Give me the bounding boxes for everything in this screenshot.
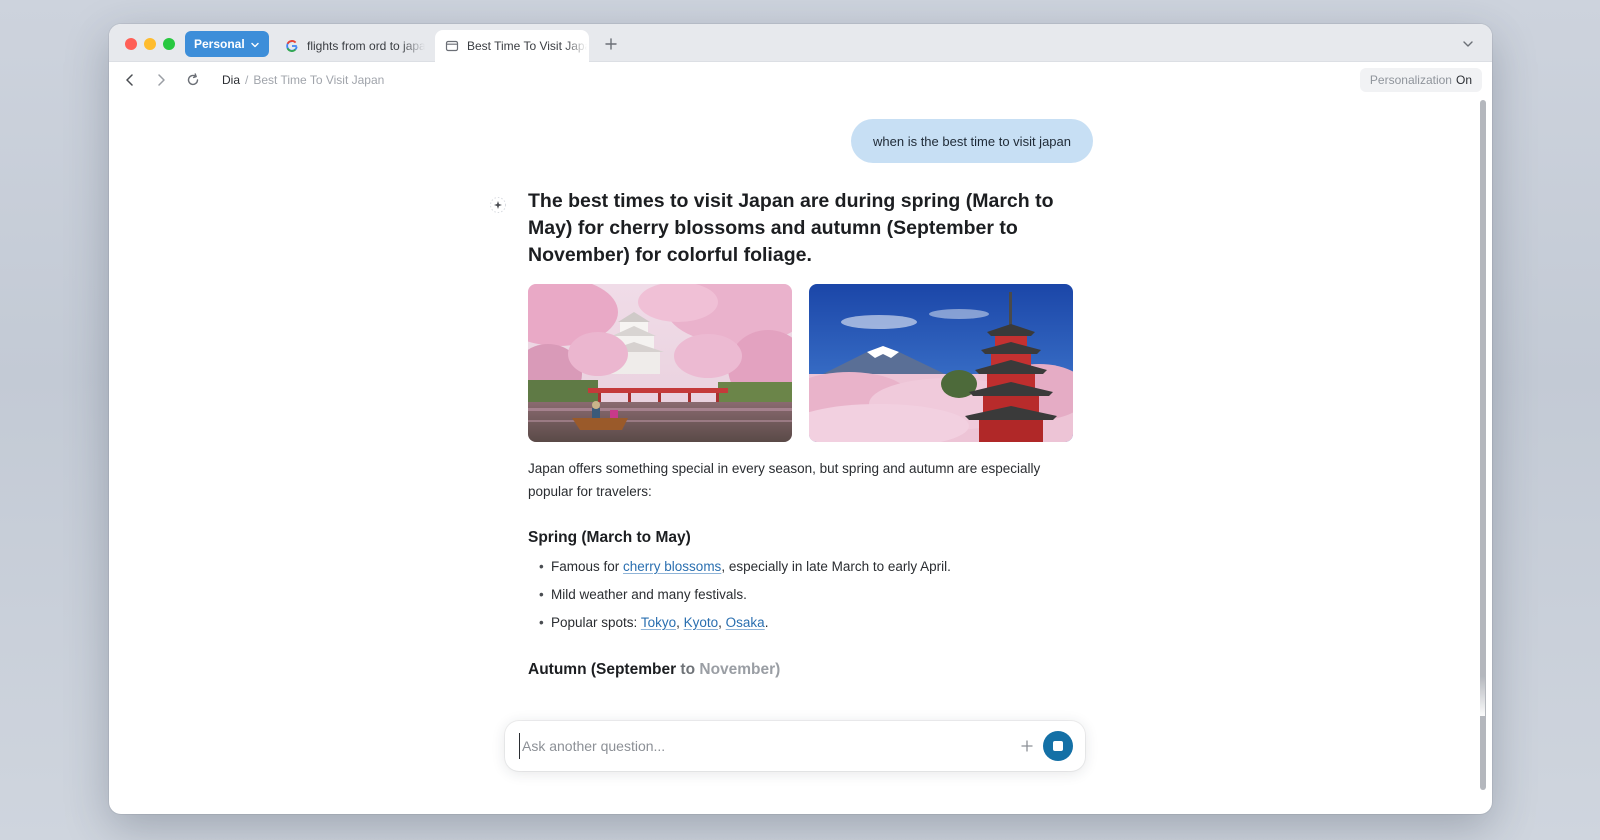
breadcrumb: Dia / Best Time To Visit Japan	[222, 73, 384, 87]
kyoto-link[interactable]: Kyoto	[684, 615, 719, 630]
reload-icon[interactable]	[185, 72, 201, 88]
personalization-state: On	[1455, 73, 1472, 87]
personalization-toggle[interactable]: Personalization On	[1359, 68, 1482, 92]
answer-heading: The best times to visit Japan are during…	[528, 190, 1054, 266]
browser-window: Personal flights from ord to japan Best …	[109, 24, 1492, 814]
cherry-blossom-castle-image[interactable]	[528, 284, 792, 442]
plus-icon[interactable]	[1019, 738, 1035, 754]
chevron-down-icon[interactable]	[1462, 38, 1474, 50]
tab-best-time-to-visit-japan[interactable]: Best Time To Visit Japan	[435, 30, 589, 62]
list-item: Popular spots: Tokyo, Kyoto, Osaka.	[539, 612, 951, 640]
maximize-window-button[interactable]	[163, 38, 175, 50]
fuji-pagoda-image[interactable]	[809, 284, 1073, 442]
breadcrumb-separator: /	[245, 73, 249, 87]
stop-button[interactable]	[1043, 731, 1073, 761]
forward-arrow-icon[interactable]	[153, 72, 169, 88]
profile-switcher[interactable]: Personal	[185, 31, 269, 57]
google-icon	[285, 39, 299, 53]
profile-label: Personal	[194, 37, 245, 51]
page-icon	[445, 39, 459, 53]
navigation-toolbar: Dia / Best Time To Visit Japan Personali…	[109, 62, 1492, 98]
plus-icon[interactable]	[603, 36, 619, 52]
breadcrumb-root[interactable]: Dia	[222, 73, 240, 87]
sparkle-icon	[489, 196, 507, 214]
spring-heading: Spring (March to May)	[528, 529, 691, 546]
tokyo-link[interactable]: Tokyo	[641, 615, 676, 630]
ask-input[interactable]	[519, 733, 999, 759]
breadcrumb-current: Best Time To Visit Japan	[253, 73, 385, 87]
user-message-bubble: when is the best time to visit japan	[851, 119, 1093, 163]
content-fade	[109, 676, 1485, 716]
spring-bullet-list: Famous for cherry blossoms, especially i…	[539, 556, 951, 640]
minimize-window-button[interactable]	[144, 38, 156, 50]
ask-bar	[505, 721, 1085, 771]
tab-label: flights from ord to japan	[307, 39, 425, 53]
cherry-blossoms-link[interactable]: cherry blossoms	[623, 559, 721, 574]
back-arrow-icon[interactable]	[122, 72, 138, 88]
tab-flights[interactable]: flights from ord to japan	[275, 30, 427, 62]
list-item: Famous for cherry blossoms, especially i…	[539, 556, 951, 584]
tab-label: Best Time To Visit Japan	[467, 39, 587, 53]
stop-icon	[1053, 741, 1063, 751]
list-item: Mild weather and many festivals.	[539, 584, 951, 612]
answer-intro: Japan offers something special in every …	[528, 461, 1041, 499]
tab-bar: Personal flights from ord to japan Best …	[109, 24, 1492, 62]
chevron-down-icon	[250, 39, 260, 53]
osaka-link[interactable]: Osaka	[726, 615, 765, 630]
personalization-label: Personalization	[1369, 73, 1452, 87]
close-window-button[interactable]	[125, 38, 137, 50]
user-message-text: when is the best time to visit japan	[873, 133, 1071, 149]
